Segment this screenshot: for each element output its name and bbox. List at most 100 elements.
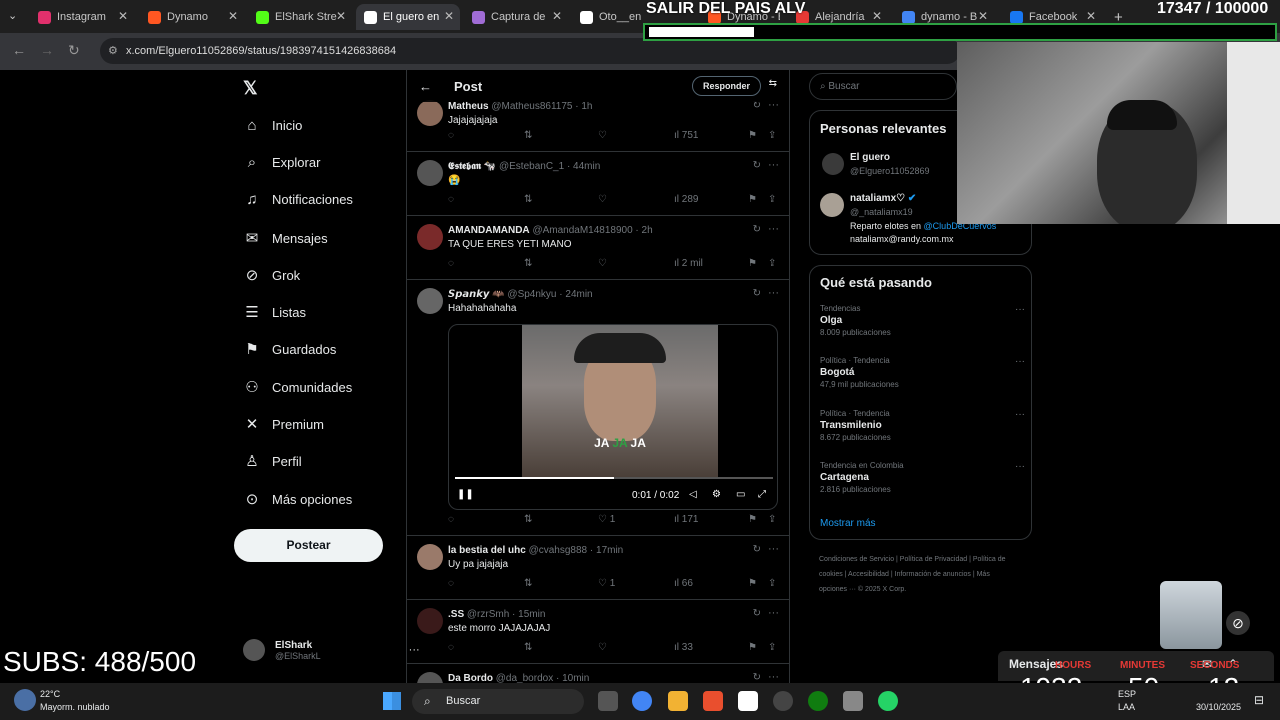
reply-icon[interactable]: ◌ [448, 258, 454, 269]
obs-icon[interactable] [773, 691, 793, 711]
show-more-link[interactable]: Mostrar más [820, 518, 876, 529]
views-icon[interactable]: ıl 289 [674, 194, 698, 205]
views-icon[interactable]: ıl 33 [674, 642, 693, 653]
sidebar-item-explorar[interactable]: ⌕ Explorar [243, 154, 321, 171]
back-arrow-icon[interactable]: ← [419, 79, 432, 94]
trend-item[interactable]: Política · Tendencia Transmilenio 8.672 pu… [820, 409, 1025, 442]
reply-icon[interactable]: ◌ [448, 130, 454, 141]
repost-icon[interactable]: ⇅ [524, 578, 532, 589]
notification-icon[interactable]: ⊟ [1254, 693, 1264, 707]
link-icon[interactable]: ⊘ [1226, 611, 1250, 635]
mute-icon[interactable]: ◁ [689, 489, 697, 500]
bookmark-icon[interactable]: ⚑ [748, 258, 757, 269]
more-icon[interactable]: ··· [768, 607, 779, 619]
post-timeline[interactable]: ← Post Responder ⇆ Matheus @Matheus86117… [406, 70, 790, 690]
language-indicator[interactable]: ESP [1118, 689, 1136, 699]
grok-icon[interactable]: ↻ [753, 544, 761, 555]
author-name[interactable]: la bestia del uhc [448, 545, 526, 556]
author-name[interactable]: 𝙎𝙥𝙖𝙣𝙠𝙮 🦇 [448, 289, 505, 300]
clock-date[interactable]: 30/10/2025 [1196, 702, 1241, 712]
grok-icon[interactable]: ↻ [753, 160, 761, 171]
sidebar-item-listas[interactable]: ☰ Listas [243, 303, 306, 321]
share-icon[interactable]: ⇪ [768, 514, 776, 525]
repost-icon[interactable]: ⇅ [524, 194, 532, 205]
brave-icon[interactable] [703, 691, 723, 711]
search-input[interactable]: ⌕ Buscar [809, 73, 957, 100]
taskbar-search[interactable]: ⌕ Buscar [412, 689, 584, 714]
more-icon[interactable]: ··· [768, 287, 779, 299]
reply-icon[interactable]: ◌ [448, 194, 454, 205]
task-view-icon[interactable] [598, 691, 618, 711]
bookmark-icon[interactable]: ⚑ [748, 130, 757, 141]
like-icon[interactable]: ♡ [598, 130, 607, 141]
tab-oto[interactable]: Oto__en X [572, 4, 644, 30]
grok-icon[interactable]: ↻ [753, 224, 761, 235]
reply-item[interactable]: 𝕰𝖘𝖙𝖊𝖇𝖆𝖓 🐄 @EstebanC_1 · 44min 😭 ↻ ··· ◌ ⇅ ♡ ıl… [407, 152, 789, 216]
more-icon[interactable]: ··· [1015, 409, 1025, 420]
sidebar-item-grok[interactable]: ⊘ Grok [243, 266, 300, 284]
sidebar-item-premium[interactable]: ✕ Premium [243, 415, 324, 433]
video-progress-bar[interactable] [455, 477, 773, 479]
reply-icon[interactable]: ◌ [448, 578, 454, 589]
repost-icon[interactable]: ⇅ [524, 258, 532, 269]
close-icon[interactable]: ✕ [978, 9, 988, 23]
post-button[interactable]: Postear [234, 529, 383, 562]
close-icon[interactable]: ✕ [444, 9, 454, 23]
more-icon[interactable]: ··· [1015, 304, 1025, 315]
repost-icon[interactable]: ⇅ [524, 514, 532, 525]
more-icon[interactable]: ··· [768, 543, 779, 555]
author-name[interactable]: Matheus [448, 101, 489, 112]
tab-search-button[interactable]: ⌄ [8, 9, 17, 22]
grok-icon[interactable]: ↻ [753, 608, 761, 619]
more-icon[interactable]: ··· [768, 159, 779, 171]
reply-item[interactable]: AMANDAMANDA @AmandaM14818900 · 2h TA QUE … [407, 216, 789, 280]
sidebar-item-notificaciones[interactable]: ♫ Notificaciones [243, 191, 353, 208]
avatar[interactable] [417, 288, 443, 314]
author-name[interactable]: 𝕰𝖘𝖙𝖊𝖇𝖆𝖓 🐄 [448, 161, 496, 172]
person-name[interactable]: El guero [850, 152, 890, 163]
share-icon[interactable]: ⇪ [768, 258, 776, 269]
views-icon[interactable]: ıl 171 [674, 514, 698, 525]
sidebar-item-inicio[interactable]: ⌂ Inicio [243, 117, 302, 134]
trend-item[interactable]: Tendencia en Colombia Cartagena 2.816 publ… [820, 461, 1025, 494]
close-icon[interactable]: ✕ [1086, 9, 1096, 23]
author-name[interactable]: .SS [448, 609, 464, 620]
like-icon[interactable]: ♡ 1 [598, 514, 615, 525]
x-logo-icon[interactable]: 𝕏 [243, 78, 258, 99]
site-info-icon[interactable]: ⚙ [108, 44, 118, 57]
settings-gear-icon[interactable]: ⚙ [712, 489, 721, 500]
reload-icon[interactable]: ↻ [68, 42, 80, 59]
bookmark-icon[interactable]: ⚑ [748, 194, 757, 205]
file-explorer-icon[interactable] [668, 691, 688, 711]
chrome-icon[interactable] [632, 691, 652, 711]
like-icon[interactable]: ♡ [598, 194, 607, 205]
person-name[interactable]: nataliamx♡ ✔ [850, 193, 916, 204]
filter-icon[interactable]: ⇆ [769, 78, 777, 89]
bookmark-icon[interactable]: ⚑ [748, 642, 757, 653]
bookmark-icon[interactable]: ⚑ [748, 578, 757, 589]
like-icon[interactable]: ♡ [598, 258, 607, 269]
like-icon[interactable]: ♡ [598, 642, 607, 653]
share-icon[interactable]: ⇪ [768, 130, 776, 141]
close-icon[interactable]: ✕ [872, 9, 882, 23]
pause-icon[interactable]: ❚❚ [457, 489, 474, 500]
reply-item[interactable]: 𝙎𝙥𝙖𝙣𝙠𝙮 🦇 @Sp4nkyu · 24min Hahahahahaha ↻ ··… [407, 280, 789, 536]
forward-arrow-icon[interactable]: → [40, 42, 54, 58]
close-icon[interactable]: ✕ [552, 9, 562, 23]
tab-elshark[interactable]: ElShark Stre ✕ [248, 4, 352, 30]
fullscreen-icon[interactable]: ⤢ [758, 489, 766, 500]
trend-item[interactable]: Política · Tendencia Bogotá 47,9 mil publi… [820, 356, 1025, 389]
more-icon[interactable]: ··· [768, 671, 779, 683]
video-player[interactable]: JA JA JA ❚❚ 0:01 / 0:02 ◁ ⚙ ▭ ⤢ [448, 324, 778, 510]
xbox-icon[interactable] [808, 691, 828, 711]
avatar[interactable] [417, 160, 443, 186]
reply-button[interactable]: Responder [691, 76, 761, 96]
avatar[interactable] [417, 544, 443, 570]
like-icon[interactable]: ♡ 1 [598, 578, 615, 589]
footer-legal-links[interactable]: Condiciones de Servicio | Política de Pr… [819, 552, 1019, 597]
repost-icon[interactable]: ⇅ [524, 130, 532, 141]
reply-item[interactable]: .SS @rzrSmh · 15min este morro JAJAJAJAJ ↻… [407, 600, 789, 664]
close-icon[interactable]: ✕ [118, 9, 128, 23]
avatar[interactable] [822, 153, 844, 175]
close-icon[interactable]: ✕ [228, 9, 238, 23]
